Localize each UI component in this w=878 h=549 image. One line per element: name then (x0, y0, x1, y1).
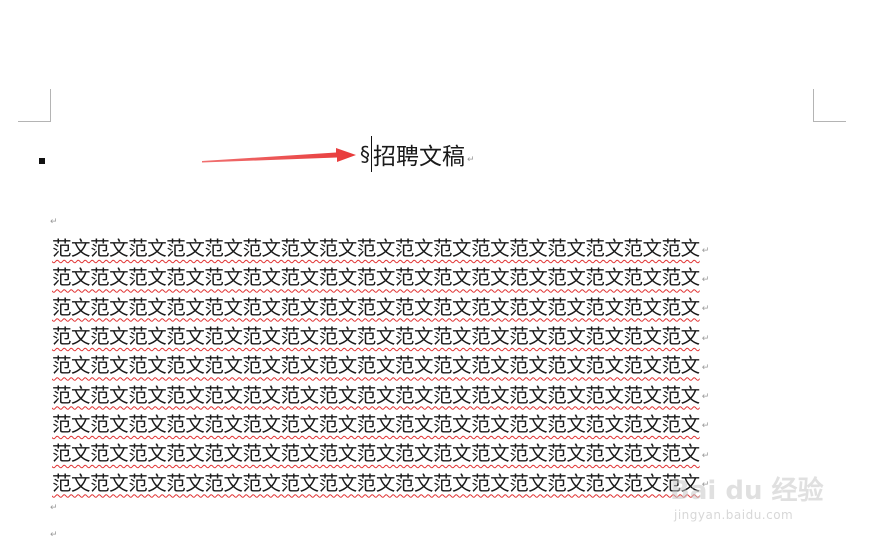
empty-paragraph[interactable]: ↵ (50, 216, 58, 228)
paragraph-mark-icon: ↵ (50, 503, 58, 513)
paragraph-format-marker (39, 158, 45, 164)
paragraph-mark-icon: ↵ (701, 333, 710, 344)
text-line[interactable]: 范文范文范文范文范文范文范文范文范文范文范文范文范文范文范文范文范文 ↵ (52, 320, 812, 349)
text-line[interactable]: 范文范文范文范文范文范文范文范文范文范文范文范文范文范文范文范文范文 ↵ (52, 408, 812, 437)
watermark-url: jingyan.baidu.com (674, 508, 794, 522)
paragraph-mark-icon: ↵ (701, 362, 710, 373)
baidu-jingyan-watermark: Bai du 经验 jingyan.baidu.com (670, 470, 840, 530)
paragraph-mark-icon: ↵ (50, 217, 58, 227)
watermark-brand: Bai du 经验 (670, 476, 824, 506)
body-text[interactable]: 范文范文范文范文范文范文范文范文范文范文范文范文范文范文范文范文范文 ↵ 范文范… (52, 232, 812, 496)
paragraph-mark-icon: ↵ (701, 304, 710, 315)
line-text: 范文范文范文范文范文范文范文范文范文范文范文范文范文范文范文范文范文 (52, 412, 700, 436)
document-page[interactable]: § 招聘文稿 ↵ ↵ 范文范文范文范文范文范文范文范文范文范文范文范文范文范文范… (0, 0, 878, 549)
empty-paragraph[interactable]: ↵ (50, 529, 58, 541)
text-line[interactable]: 范文范文范文范文范文范文范文范文范文范文范文范文范文范文范文范文范文 ↵ (52, 349, 812, 378)
text-line[interactable]: 范文范文范文范文范文范文范文范文范文范文范文范文范文范文范文范文范文 ↵ (52, 291, 812, 320)
line-text: 范文范文范文范文范文范文范文范文范文范文范文范文范文范文范文范文范文 (52, 266, 700, 290)
text-line[interactable]: 范文范文范文范文范文范文范文范文范文范文范文范文范文范文范文范文范文 ↵ (52, 261, 812, 290)
empty-paragraph[interactable]: ↵ (50, 502, 58, 514)
red-arrow-annotation (202, 148, 356, 163)
heading-text: 招聘文稿 (373, 144, 465, 170)
line-text: 范文范文范文范文范文范文范文范文范文范文范文范文范文范文范文范文范文 (52, 237, 700, 261)
text-line[interactable]: 范文范文范文范文范文范文范文范文范文范文范文范文范文范文范文范文范文 ↵ (52, 437, 812, 466)
text-cursor (371, 136, 372, 172)
line-text: 范文范文范文范文范文范文范文范文范文范文范文范文范文范文范文范文范文 (52, 442, 700, 466)
line-text: 范文范文范文范文范文范文范文范文范文范文范文范文范文范文范文范文范文 (52, 383, 700, 407)
section-symbol: § (360, 142, 370, 166)
line-text: 范文范文范文范文范文范文范文范文范文范文范文范文范文范文范文范文范文 (52, 354, 700, 378)
paragraph-mark-icon: ↵ (701, 274, 710, 285)
text-line[interactable]: 范文范文范文范文范文范文范文范文范文范文范文范文范文范文范文范文范文 ↵ (52, 378, 812, 407)
line-text: 范文范文范文范文范文范文范文范文范文范文范文范文范文范文范文范文范文 (52, 295, 700, 319)
paragraph-mark-icon: ↵ (50, 530, 58, 540)
page-margin-corner-top-right (813, 89, 846, 122)
page-margin-corner-top-left (18, 89, 51, 122)
paragraph-mark-icon: ↵ (701, 245, 710, 256)
line-text: 范文范文范文范文范文范文范文范文范文范文范文范文范文范文范文范文范文 (52, 325, 700, 349)
paragraph-mark-icon: ↵ (701, 421, 710, 432)
paragraph-mark-icon: ↵ (701, 392, 710, 403)
line-text: 范文范文范文范文范文范文范文范文范文范文范文范文范文范文范文范文范文 (52, 471, 700, 495)
text-line[interactable]: 范文范文范文范文范文范文范文范文范文范文范文范文范文范文范文范文范文 ↵ (52, 232, 812, 261)
paragraph-mark-icon: ↵ (467, 155, 475, 165)
paragraph-mark-icon: ↵ (701, 450, 710, 461)
document-heading[interactable]: § 招聘文稿 ↵ (360, 136, 475, 172)
